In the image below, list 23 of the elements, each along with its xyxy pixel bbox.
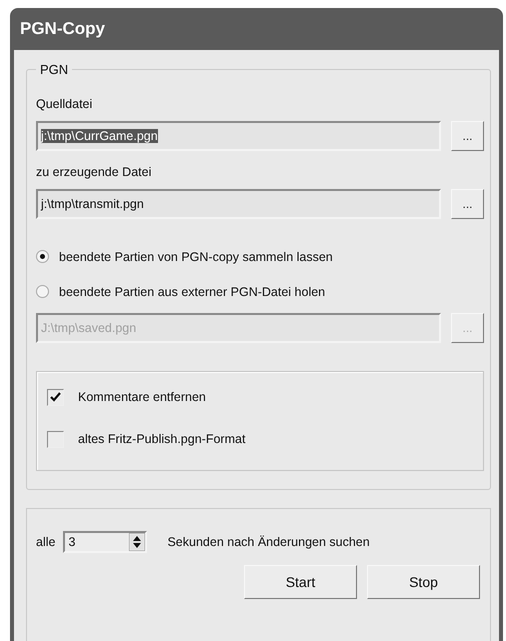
input-field[interactable]: j:\tmp\CurrGame.pgn	[36, 121, 441, 151]
browse-button[interactable]: ...	[451, 121, 484, 151]
input-field[interactable]: j:\tmp\transmit.pgn	[36, 189, 441, 219]
spinner-field[interactable]: 3	[63, 531, 148, 553]
group-title: PGN	[39, 62, 70, 77]
radio-button[interactable]	[36, 285, 49, 298]
checkbox[interactable]	[47, 388, 64, 406]
interval-label: Sekunden nach Änderungen suchen	[167, 535, 370, 549]
field-label: zu erzeugende Datei	[36, 165, 152, 179]
radio-label[interactable]: beendete Partien aus externer PGN-Datei holen	[59, 284, 326, 298]
action-button[interactable]: Stop	[367, 565, 480, 599]
browse-button[interactable]: ...	[451, 189, 484, 219]
window-title: PGN-Copy	[19, 18, 106, 40]
radio-label[interactable]: beendete Partien von PGN-copy sammeln lassen	[59, 250, 333, 264]
spinner-arrows-icon[interactable]	[129, 533, 146, 551]
action-button[interactable]: Start	[244, 565, 357, 599]
radio-button[interactable]	[36, 250, 49, 263]
checkmark-icon	[50, 392, 61, 402]
checkbox-label[interactable]: altes Fritz-Publish.pgn-Format	[78, 432, 246, 446]
checkbox-label[interactable]: Kommentare entfernen	[78, 390, 206, 404]
checkbox[interactable]	[47, 430, 64, 448]
interval-label: alle	[36, 535, 56, 549]
field-label: Quelldatei	[36, 97, 94, 111]
